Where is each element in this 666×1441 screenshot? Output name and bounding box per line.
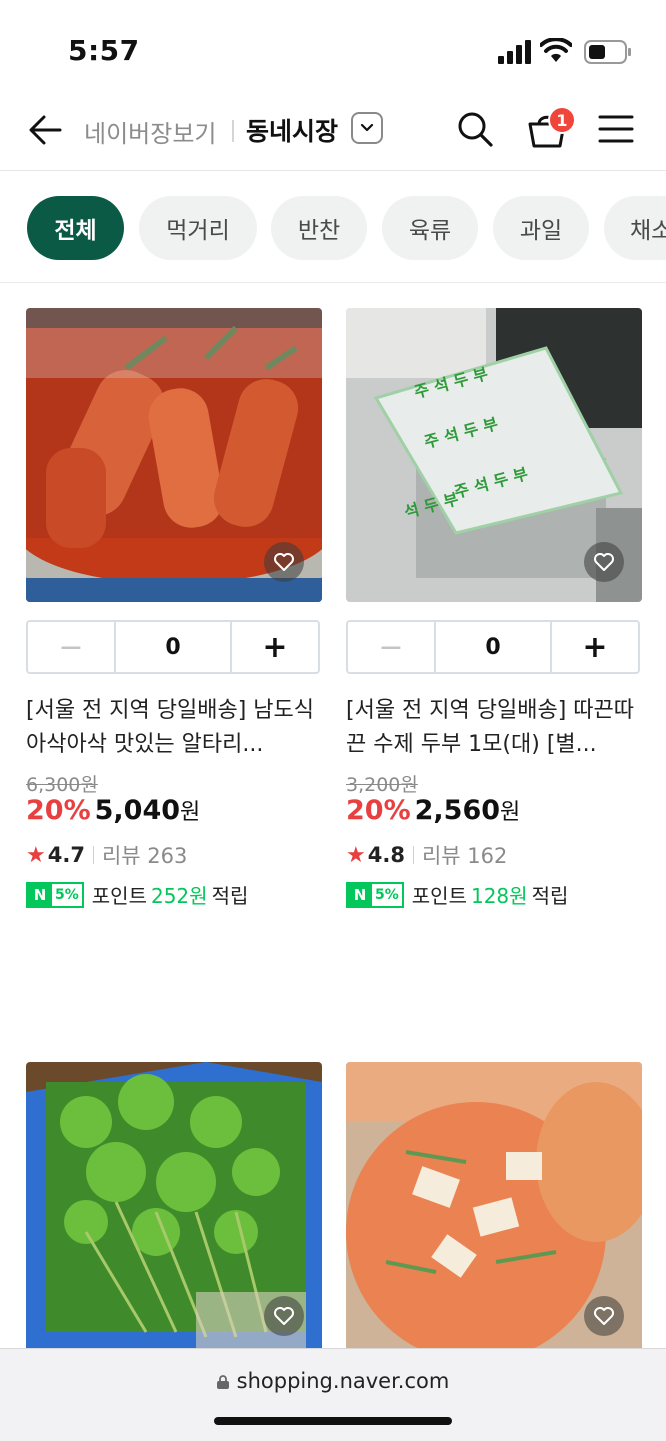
review-count: 리뷰 263 xyxy=(101,844,188,868)
original-price: 3,200원 xyxy=(346,774,418,796)
point-label: 포인트 xyxy=(411,884,467,908)
point-label: 포인트 xyxy=(91,884,147,908)
chip-meat[interactable]: 육류 xyxy=(382,196,478,260)
discount-rate: 20% xyxy=(26,795,91,826)
wishlist-button[interactable] xyxy=(584,542,624,582)
heart-icon xyxy=(594,553,614,571)
product-image[interactable] xyxy=(26,1062,322,1348)
chip-side-dish[interactable]: 반찬 xyxy=(271,196,367,260)
quantity-value[interactable]: 0 xyxy=(114,622,232,672)
star-icon: ★ xyxy=(26,842,46,868)
search-icon[interactable] xyxy=(456,110,494,148)
divider xyxy=(412,846,414,864)
wishlist-button[interactable] xyxy=(264,542,304,582)
quantity-stepper: − 0 + xyxy=(26,620,320,674)
home-indicator[interactable] xyxy=(214,1417,452,1425)
market-title[interactable]: 동네시장 xyxy=(246,112,338,148)
point-suffix: 적립 xyxy=(531,884,569,908)
divider xyxy=(232,120,234,142)
original-price: 6,300원 xyxy=(26,774,98,796)
product-title[interactable]: [서울 전 지역 당일배송] 남도식 아삭아삭 맛있는 알타리... xyxy=(26,694,322,762)
heart-icon xyxy=(274,1307,294,1325)
increase-button[interactable]: + xyxy=(552,622,638,672)
rating-score: 4.8 xyxy=(367,843,405,867)
heart-icon xyxy=(274,553,294,571)
back-arrow-icon[interactable] xyxy=(26,110,66,150)
heart-icon xyxy=(594,1307,614,1325)
browser-url-bar[interactable]: shopping.naver.com xyxy=(0,1348,666,1441)
point-rate: 5% xyxy=(375,886,399,903)
category-chips: 전체 먹거리 반찬 육류 과일 채소 xyxy=(0,172,666,283)
naver-pay-badge: N 5% xyxy=(26,881,84,908)
increase-button[interactable]: + xyxy=(232,622,318,672)
chevron-down-icon xyxy=(360,123,374,132)
url-text: shopping.naver.com xyxy=(236,1369,450,1393)
naver-n-icon: N xyxy=(28,883,52,906)
rating-score: 4.7 xyxy=(47,843,85,867)
market-dropdown-button[interactable] xyxy=(351,112,383,144)
chip-vegetable[interactable]: 채소 xyxy=(604,196,666,260)
point-suffix: 적립 xyxy=(211,884,249,908)
currency-unit: 원 xyxy=(500,800,521,825)
decrease-button[interactable]: − xyxy=(28,622,114,672)
battery-icon xyxy=(584,40,631,64)
divider xyxy=(92,846,94,864)
chip-fruit[interactable]: 과일 xyxy=(493,196,589,260)
quantity-stepper: − 0 + xyxy=(346,620,640,674)
price-row: 20% 5,040원 xyxy=(26,794,200,826)
rating-row: ★ 4.7 리뷰 263 xyxy=(26,840,187,870)
rating-row: ★ 4.8 리뷰 162 xyxy=(346,840,507,870)
chip-all[interactable]: 전체 xyxy=(27,196,124,260)
point-rate: 5% xyxy=(55,886,79,903)
product-title[interactable]: [서울 전 지역 당일배송] 따끈따끈 수제 두부 1모(대) [별... xyxy=(346,694,642,762)
point-value: 128원 xyxy=(470,884,528,908)
review-count: 리뷰 162 xyxy=(421,844,508,868)
point-value: 252원 xyxy=(150,884,208,908)
product-image[interactable] xyxy=(26,308,322,602)
product-image[interactable] xyxy=(346,1062,642,1348)
naver-n-icon: N xyxy=(348,883,372,906)
discount-rate: 20% xyxy=(346,795,411,826)
wishlist-button[interactable] xyxy=(264,1296,304,1336)
product-image[interactable]: 주 석 두 부 주 석 두 부 주 석 두 부 석 두 부 xyxy=(346,308,642,602)
brand-link[interactable]: 네이버장보기 xyxy=(84,114,216,149)
point-row: N 5% 포인트 252원 적립 xyxy=(26,880,248,909)
cart-count-badge: 1 xyxy=(548,106,576,134)
naver-pay-badge: N 5% xyxy=(346,881,404,908)
chip-food[interactable]: 먹거리 xyxy=(139,196,257,260)
hamburger-menu-icon[interactable] xyxy=(598,112,634,146)
status-time: 5:57 xyxy=(68,34,140,67)
price-row: 20% 2,560원 xyxy=(346,794,520,826)
currency-unit: 원 xyxy=(180,800,201,825)
status-bar: 5:57 xyxy=(0,0,666,90)
cellular-signal-icon xyxy=(498,40,531,64)
lock-icon xyxy=(216,1375,229,1389)
sale-price: 5,040 xyxy=(94,795,181,826)
decrease-button[interactable]: − xyxy=(348,622,434,672)
url-display[interactable]: shopping.naver.com xyxy=(0,1369,666,1393)
quantity-value[interactable]: 0 xyxy=(434,622,552,672)
point-row: N 5% 포인트 128원 적립 xyxy=(346,880,568,909)
star-icon: ★ xyxy=(346,842,366,868)
sale-price: 2,560 xyxy=(414,795,501,826)
wishlist-button[interactable] xyxy=(584,1296,624,1336)
wifi-icon xyxy=(540,38,572,62)
